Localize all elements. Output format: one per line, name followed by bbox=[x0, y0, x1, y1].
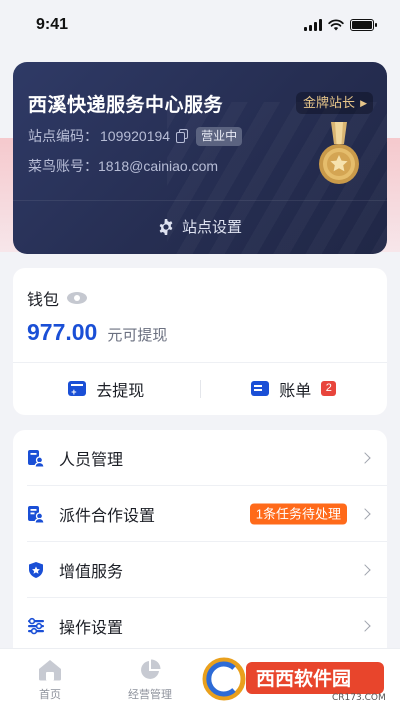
watermark-logo: 西西软件园 CR173.COM bbox=[202, 657, 386, 702]
amount-label: 元可提现 bbox=[107, 327, 168, 344]
bill-icon bbox=[251, 381, 270, 396]
menu-item-staff-management[interactable]: 人员管理 bbox=[13, 430, 387, 485]
menu-card: 人员管理 派件合作设置 1条任务待处理 增值服务 操作设置 bbox=[13, 430, 387, 660]
tab-label: 首页 bbox=[39, 689, 61, 701]
account-label: 菜鸟账号： bbox=[28, 158, 98, 174]
withdraw-icon bbox=[68, 381, 87, 397]
withdraw-label: 去提现 bbox=[96, 382, 145, 400]
wifi-icon bbox=[328, 19, 344, 31]
pending-task-badge: 1条任务待处理 bbox=[249, 503, 347, 524]
chevron-right-icon: ▶ bbox=[360, 98, 367, 108]
bill-label: 账单 bbox=[279, 382, 312, 400]
watermark-sub: CR173.COM bbox=[332, 693, 386, 702]
station-settings-label: 站点设置 bbox=[181, 219, 242, 236]
pie-chart-icon bbox=[141, 659, 161, 679]
status-badge: 营业中 bbox=[196, 126, 243, 146]
tab-home[interactable]: 首页 bbox=[0, 649, 100, 710]
chevron-right-icon bbox=[359, 563, 371, 576]
eye-icon[interactable] bbox=[67, 292, 88, 304]
wallet-actions: 去提现 账单 2 bbox=[13, 362, 387, 415]
menu-item-delivery-cooperation[interactable]: 派件合作设置 1条任务待处理 bbox=[13, 486, 387, 541]
battery-icon bbox=[350, 19, 377, 31]
menu-item-value-added-services[interactable]: 增值服务 bbox=[13, 542, 387, 597]
tab-business-management[interactable]: 经营管理 bbox=[100, 649, 200, 710]
menu-item-label: 操作设置 bbox=[59, 619, 124, 637]
chevron-right-icon bbox=[359, 507, 371, 520]
home-icon bbox=[39, 660, 61, 681]
watermark-text: 西西软件园 bbox=[256, 667, 351, 690]
status-bar: 9:41 bbox=[0, 0, 400, 50]
menu-item-operation-settings[interactable]: 操作设置 bbox=[13, 598, 387, 653]
station-code-label: 站点编码： bbox=[28, 128, 98, 144]
rank-label: 金牌站长 bbox=[302, 95, 355, 110]
amount-value: 977.00 bbox=[27, 319, 98, 345]
station-code-value: 109920194 bbox=[100, 128, 171, 144]
gear-icon bbox=[159, 218, 173, 235]
card-divider bbox=[13, 200, 387, 201]
tab-label: 经营管理 bbox=[128, 689, 172, 701]
chevron-right-icon bbox=[359, 451, 371, 464]
chevron-right-icon bbox=[359, 619, 371, 632]
station-settings-button[interactable]: 站点设置 bbox=[13, 216, 387, 237]
menu-item-label: 增值服务 bbox=[59, 563, 124, 581]
station-card: 西溪快递服务中心服务 金牌站长 ▶ 站点编码： 109920194 营业中 菜鸟… bbox=[13, 62, 387, 254]
menu-item-label: 人员管理 bbox=[59, 451, 124, 469]
bill-button[interactable]: 账单 2 bbox=[201, 377, 388, 401]
shield-icon bbox=[29, 561, 43, 578]
gold-medal-icon bbox=[319, 122, 359, 184]
staff-icon bbox=[28, 449, 45, 467]
account-value: 1818@cainiao.com bbox=[98, 158, 219, 174]
wallet-title: 钱包 bbox=[27, 286, 88, 310]
withdraw-button[interactable]: 去提现 bbox=[13, 377, 200, 401]
rank-badge[interactable]: 金牌站长 ▶ bbox=[295, 92, 373, 114]
status-time: 9:41 bbox=[36, 16, 69, 33]
status-icons bbox=[304, 19, 377, 31]
sliders-icon bbox=[28, 617, 44, 634]
station-code-row: 站点编码： 109920194 营业中 bbox=[28, 126, 243, 146]
station-name: 西溪快递服务中心服务 bbox=[28, 95, 224, 116]
wallet-amount: 977.00 元可提现 bbox=[27, 319, 167, 346]
cooperation-icon bbox=[28, 505, 45, 523]
wallet-title-label: 钱包 bbox=[27, 292, 60, 309]
bill-count-badge: 2 bbox=[321, 381, 337, 396]
account-row: 菜鸟账号：1818@cainiao.com bbox=[28, 156, 218, 176]
copy-icon[interactable] bbox=[176, 129, 189, 143]
wallet-card: 钱包 977.00 元可提现 去提现 账单 2 bbox=[13, 268, 387, 415]
menu-item-label: 派件合作设置 bbox=[59, 507, 156, 525]
signal-icon bbox=[304, 19, 322, 31]
